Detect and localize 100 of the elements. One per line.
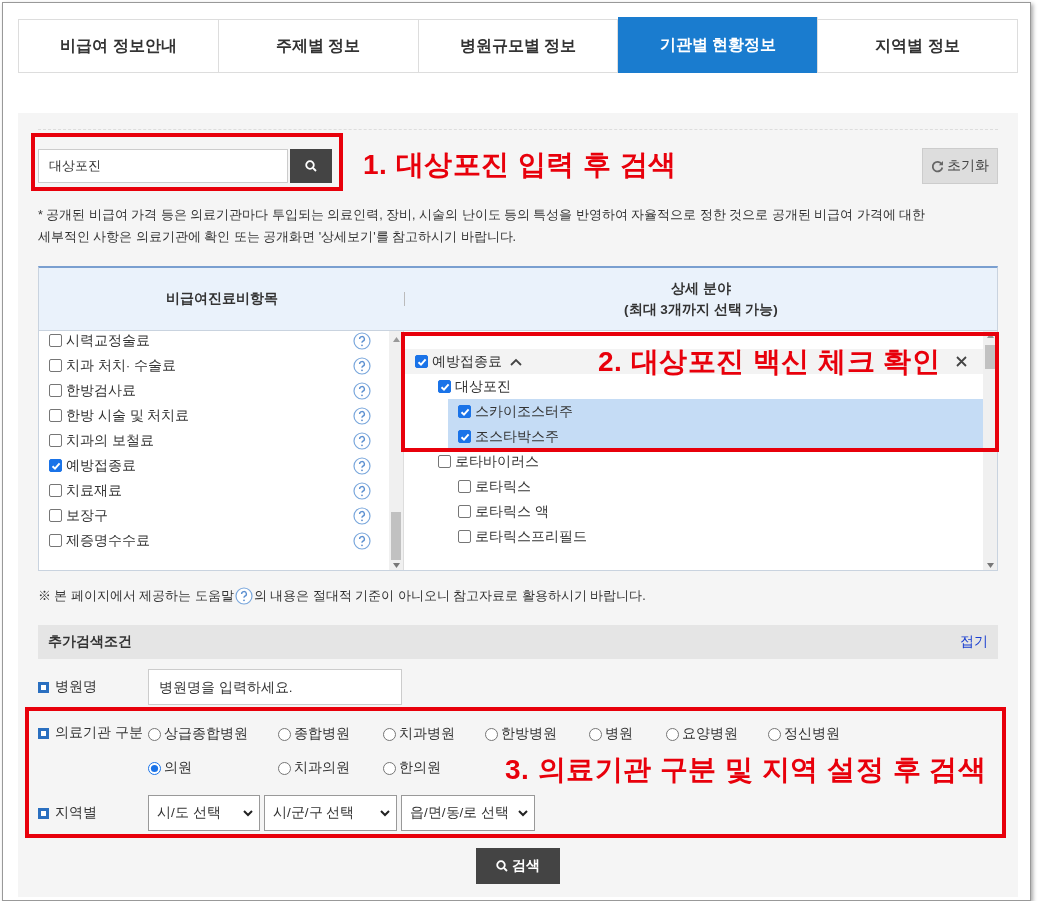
tree-label[interactable]: 조스타박스주 — [475, 427, 559, 446]
scroll-up-icon — [392, 337, 400, 342]
radio-button[interactable] — [383, 761, 396, 775]
checkbox[interactable] — [49, 459, 62, 472]
checkbox[interactable] — [458, 405, 471, 418]
search-icon — [305, 160, 317, 172]
tree-label[interactable]: 로타바이러스 — [455, 452, 539, 471]
category-label[interactable]: 보장구 — [66, 506, 353, 525]
close-icon — [956, 356, 967, 367]
help-icon[interactable] — [353, 331, 371, 350]
help-icon[interactable] — [353, 506, 371, 525]
tree-label[interactable]: 로타릭스 액 — [475, 502, 549, 521]
tree-label[interactable]: 대상포진 — [455, 377, 511, 396]
help-note: 의 내용은 절대적 기준이 아니오니 참고자료로 활용하시기 바랍니다. — [253, 587, 646, 605]
remove-button[interactable] — [956, 356, 967, 367]
radio-option[interactable]: 치과병원 — [383, 725, 485, 743]
category-label[interactable]: 제증명수수료 — [66, 531, 353, 550]
region-dropdown[interactable]: 시/군/구 선택 — [264, 795, 397, 831]
checkbox[interactable] — [438, 380, 451, 393]
checkbox[interactable] — [458, 480, 471, 493]
search-field[interactable]: 대상포진 — [38, 149, 288, 183]
tree-row-highlight[interactable]: 스카이조스터주 — [448, 399, 983, 424]
radio-button[interactable] — [768, 727, 781, 741]
checkbox[interactable] — [49, 509, 62, 522]
annotation-text: 1. 대상포진 입력 후 검색 — [363, 148, 677, 182]
tree-row-highlight[interactable]: 조스타박스주 — [448, 424, 983, 449]
scroll-up-icon — [986, 333, 994, 338]
radio-option[interactable]: 종합병원 — [278, 725, 383, 743]
annotation-text: 2. 대상포진 백신 체크 확인 — [598, 345, 941, 379]
scrollbar-thumb[interactable] — [985, 345, 995, 369]
reset-button[interactable]: 초기화 — [922, 148, 998, 184]
checkbox[interactable] — [49, 484, 62, 497]
scroll-down-icon — [986, 563, 994, 568]
checkbox[interactable] — [458, 505, 471, 518]
tree-row-highlight[interactable]: 로타릭스 — [448, 474, 983, 499]
radio-option[interactable]: 한의원 — [383, 759, 485, 777]
radio-button[interactable] — [666, 727, 679, 741]
radio-button[interactable] — [148, 761, 161, 775]
help-icon[interactable] — [353, 531, 371, 550]
refresh-icon — [931, 159, 944, 173]
checkbox[interactable] — [49, 409, 62, 422]
radio-button[interactable] — [148, 727, 161, 741]
radio-button[interactable] — [383, 727, 396, 741]
help-note: ※ 본 페이지에서 제공하는 도움말 — [38, 587, 234, 605]
help-icon[interactable] — [353, 456, 371, 475]
checkbox[interactable] — [438, 455, 451, 468]
scroll-down-icon — [392, 563, 400, 568]
search-button[interactable]: 검색 — [476, 848, 560, 884]
checkbox[interactable] — [49, 534, 62, 547]
radio-button[interactable] — [278, 761, 291, 775]
checkbox[interactable] — [458, 430, 471, 443]
help-icon[interactable] — [353, 356, 371, 375]
tree-row-highlight[interactable]: 로타릭스프리필드 — [448, 524, 983, 549]
radio-option[interactable]: 요양병원 — [666, 725, 768, 743]
tree-row-highlight[interactable]: 로타릭스 액 — [448, 499, 983, 524]
help-icon[interactable] — [353, 381, 371, 400]
search-button[interactable] — [290, 149, 332, 183]
checkbox[interactable] — [49, 434, 62, 447]
column-subheading: (최대 3개까지 선택 가능) — [624, 302, 778, 317]
checkbox[interactable] — [49, 384, 62, 397]
radio-button[interactable] — [589, 727, 602, 741]
region-dropdown[interactable]: 시/도 선택 — [148, 795, 260, 831]
region-dropdown[interactable]: 읍/면/동/로 선택 — [401, 795, 535, 831]
radio-option[interactable]: 병원 — [589, 725, 666, 743]
category-label[interactable]: 한방검사료 — [66, 381, 353, 400]
help-icon[interactable] — [353, 481, 371, 500]
category-label[interactable]: 예방접종료 — [66, 456, 353, 475]
radio-option[interactable]: 치과의원 — [278, 759, 383, 777]
chevron-down-icon — [380, 809, 390, 817]
chevron-down-icon — [243, 809, 253, 817]
tree-label[interactable]: 로타릭스 — [475, 477, 531, 496]
radio-option[interactable]: 한방병원 — [485, 725, 589, 743]
collapse-link[interactable]: 접기 — [960, 633, 988, 651]
tab[interactable]: 기관별 현황정보 — [618, 17, 819, 73]
radio-button[interactable] — [278, 727, 291, 741]
search-icon — [496, 860, 508, 872]
radio-option[interactable]: 정신병원 — [768, 725, 840, 743]
help-icon[interactable] — [353, 406, 371, 425]
help-icon[interactable] — [234, 587, 253, 605]
scrollbar-thumb[interactable] — [391, 512, 401, 560]
category-label[interactable]: 한방 시술 및 처치료 — [66, 406, 353, 425]
radio-option[interactable]: 의원 — [148, 759, 278, 777]
tree-label[interactable]: 스카이조스터주 — [475, 402, 573, 421]
category-label[interactable]: 치과 처치· 수술료 — [66, 356, 353, 375]
checkbox[interactable] — [415, 355, 428, 368]
radio-option[interactable]: 상급종합병원 — [148, 725, 278, 743]
category-label[interactable]: 시력교정술료 — [66, 331, 353, 350]
chevron-up-icon[interactable] — [510, 357, 522, 366]
annotation-text: 3. 의료기관 구분 및 지역 설정 후 검색 — [505, 753, 987, 787]
category-label[interactable]: 치료재료 — [66, 481, 353, 500]
checkbox[interactable] — [49, 359, 62, 372]
checkbox[interactable] — [49, 334, 62, 347]
hospital-name-field[interactable]: 병원명을 입력하세요. — [148, 669, 402, 705]
checkbox[interactable] — [458, 530, 471, 543]
help-icon[interactable] — [353, 431, 371, 450]
radio-button[interactable] — [485, 727, 498, 741]
tree-label[interactable]: 예방접종료 — [432, 352, 502, 371]
category-label[interactable]: 치과의 보철료 — [66, 431, 353, 450]
chevron-down-icon — [518, 809, 528, 817]
tree-label[interactable]: 로타릭스프리필드 — [475, 527, 587, 546]
